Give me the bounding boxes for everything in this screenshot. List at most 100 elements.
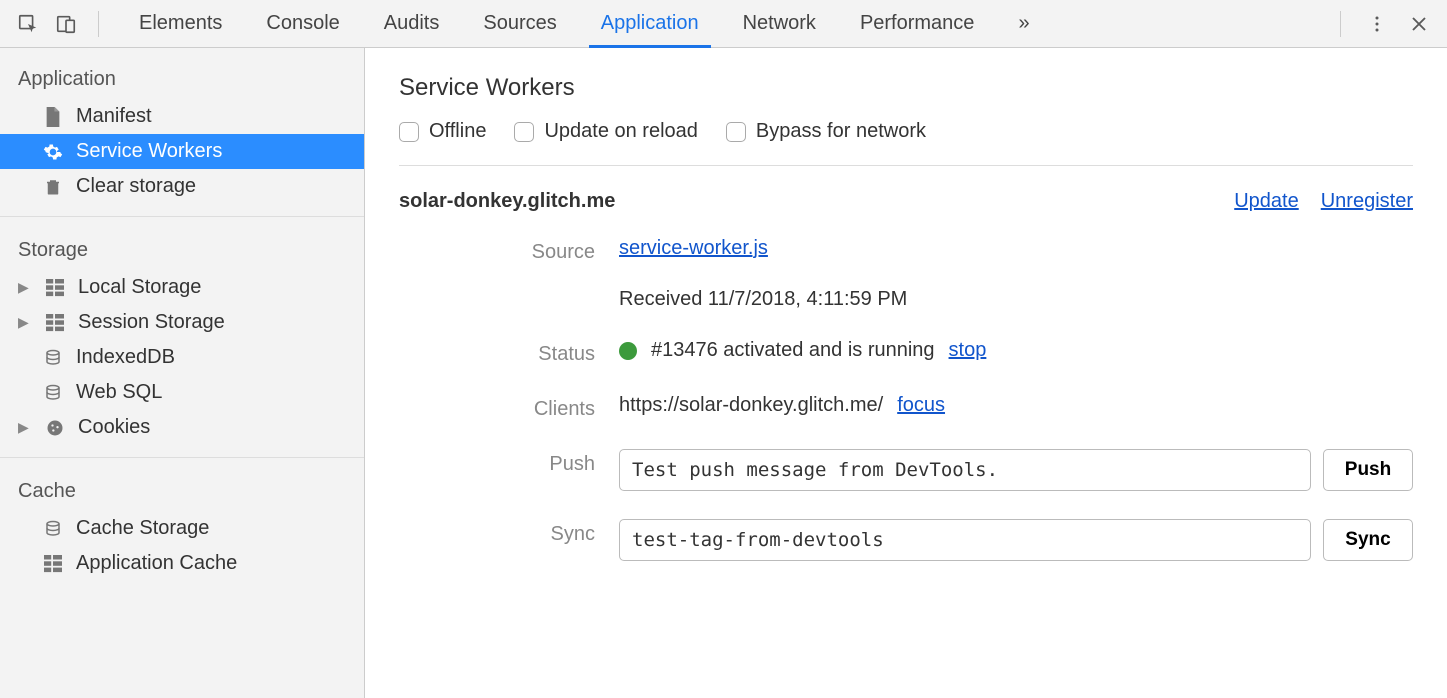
- status-indicator-icon: [619, 342, 637, 360]
- unregister-link[interactable]: Unregister: [1321, 190, 1413, 213]
- status-label: Status: [399, 339, 619, 366]
- sync-label: Sync: [399, 519, 619, 546]
- tab-audits[interactable]: Audits: [362, 0, 462, 48]
- bypass-for-network-checkbox[interactable]: Bypass for network: [726, 120, 926, 143]
- sw-action-links: Update Unregister: [1234, 190, 1413, 213]
- sidebar-item-clear-storage[interactable]: Clear storage: [0, 169, 364, 204]
- devtools-toolbar: Elements Console Audits Sources Applicat…: [0, 0, 1447, 48]
- trash-icon: [42, 176, 64, 198]
- toolbar-right: [1330, 8, 1435, 40]
- tab-application[interactable]: Application: [579, 0, 721, 48]
- main-area: Application Manifest Service Workers Cle…: [0, 48, 1447, 698]
- update-on-reload-checkbox[interactable]: Update on reload: [514, 120, 697, 143]
- divider: [0, 216, 364, 217]
- chevron-right-double-icon: »: [1018, 12, 1029, 35]
- grid-icon: [44, 277, 66, 299]
- divider: [1340, 11, 1341, 37]
- sync-value: Sync: [619, 519, 1413, 561]
- status-value: #13476 activated and is running stop: [619, 339, 1413, 362]
- database-icon: [42, 382, 64, 404]
- sidebar-item-label: Session Storage: [78, 311, 225, 334]
- push-button[interactable]: Push: [1323, 449, 1413, 491]
- sidebar-item-manifest[interactable]: Manifest: [0, 99, 364, 134]
- source-file-link[interactable]: service-worker.js: [619, 237, 768, 260]
- sidebar-item-indexeddb[interactable]: IndexedDB: [0, 340, 364, 375]
- cookie-icon: [44, 417, 66, 439]
- sidebar-item-application-cache[interactable]: Application Cache: [0, 546, 364, 581]
- sidebar-item-label: Cache Storage: [76, 517, 209, 540]
- sidebar-item-label: Web SQL: [76, 381, 162, 404]
- sidebar-item-label: Service Workers: [76, 140, 222, 163]
- service-workers-panel: Service Workers Offline Update on reload…: [365, 48, 1447, 698]
- file-icon: [42, 106, 64, 128]
- database-icon: [42, 518, 64, 540]
- inspect-element-icon[interactable]: [12, 8, 44, 40]
- sidebar-item-label: Clear storage: [76, 175, 196, 198]
- push-label: Push: [399, 449, 619, 476]
- divider: [98, 11, 99, 37]
- tab-elements[interactable]: Elements: [117, 0, 244, 48]
- toolbar-left: [12, 8, 109, 40]
- panel-title: Service Workers: [399, 74, 1413, 102]
- checkbox-label: Update on reload: [544, 120, 697, 143]
- checkbox-icon: [514, 122, 534, 142]
- sidebar-item-label: Application Cache: [76, 552, 237, 575]
- sw-options-row: Offline Update on reload Bypass for netw…: [399, 120, 1413, 166]
- sync-button[interactable]: Sync: [1323, 519, 1413, 561]
- section-storage: Storage: [0, 229, 364, 270]
- sidebar-item-web-sql[interactable]: Web SQL: [0, 375, 364, 410]
- sidebar-item-cache-storage[interactable]: Cache Storage: [0, 511, 364, 546]
- update-link[interactable]: Update: [1234, 190, 1299, 213]
- devtools-tabs: Elements Console Audits Sources Applicat…: [117, 0, 1052, 48]
- push-value: Push: [619, 449, 1413, 491]
- tab-sources[interactable]: Sources: [461, 0, 578, 48]
- sync-input[interactable]: [619, 519, 1311, 561]
- sw-registration-header: solar-donkey.glitch.me Update Unregister: [399, 166, 1413, 223]
- sidebar-item-local-storage[interactable]: ▶ Local Storage: [0, 270, 364, 305]
- offline-checkbox[interactable]: Offline: [399, 120, 486, 143]
- push-row: Push Push: [399, 435, 1413, 505]
- push-input[interactable]: [619, 449, 1311, 491]
- kebab-menu-icon[interactable]: [1361, 8, 1393, 40]
- expand-arrow-icon: ▶: [18, 279, 32, 296]
- divider: [0, 457, 364, 458]
- checkbox-icon: [399, 122, 419, 142]
- expand-arrow-icon: ▶: [18, 314, 32, 331]
- tab-performance[interactable]: Performance: [838, 0, 997, 48]
- source-label: Source: [399, 237, 619, 264]
- section-application: Application: [0, 58, 364, 99]
- sw-origin: solar-donkey.glitch.me: [399, 190, 615, 213]
- focus-link[interactable]: focus: [897, 394, 945, 417]
- sidebar-item-session-storage[interactable]: ▶ Session Storage: [0, 305, 364, 340]
- source-received: Received 11/7/2018, 4:11:59 PM: [619, 288, 907, 311]
- source-value: service-worker.js Received 11/7/2018, 4:…: [619, 237, 1413, 311]
- checkbox-icon: [726, 122, 746, 142]
- sidebar-item-label: Manifest: [76, 105, 152, 128]
- application-sidebar: Application Manifest Service Workers Cle…: [0, 48, 365, 698]
- tab-network[interactable]: Network: [721, 0, 838, 48]
- device-toggle-icon[interactable]: [50, 8, 82, 40]
- sidebar-item-cookies[interactable]: ▶ Cookies: [0, 410, 364, 445]
- checkbox-label: Offline: [429, 120, 486, 143]
- close-icon[interactable]: [1403, 8, 1435, 40]
- grid-icon: [42, 553, 64, 575]
- gear-icon: [42, 141, 64, 163]
- status-text: #13476 activated and is running: [651, 339, 935, 362]
- sidebar-item-label: IndexedDB: [76, 346, 175, 369]
- section-cache: Cache: [0, 470, 364, 511]
- status-row: Status #13476 activated and is running s…: [399, 325, 1413, 380]
- source-row: Source service-worker.js Received 11/7/2…: [399, 223, 1413, 325]
- grid-icon: [44, 312, 66, 334]
- clients-row: Clients https://solar-donkey.glitch.me/ …: [399, 380, 1413, 435]
- tabs-overflow[interactable]: »: [996, 0, 1051, 48]
- expand-arrow-icon: ▶: [18, 419, 32, 436]
- sidebar-item-label: Cookies: [78, 416, 150, 439]
- sidebar-item-service-workers[interactable]: Service Workers: [0, 134, 364, 169]
- sync-row: Sync Sync: [399, 505, 1413, 575]
- clients-label: Clients: [399, 394, 619, 421]
- stop-link[interactable]: stop: [949, 339, 987, 362]
- tab-console[interactable]: Console: [244, 0, 361, 48]
- sidebar-item-label: Local Storage: [78, 276, 201, 299]
- clients-value: https://solar-donkey.glitch.me/ focus: [619, 394, 1413, 417]
- checkbox-label: Bypass for network: [756, 120, 926, 143]
